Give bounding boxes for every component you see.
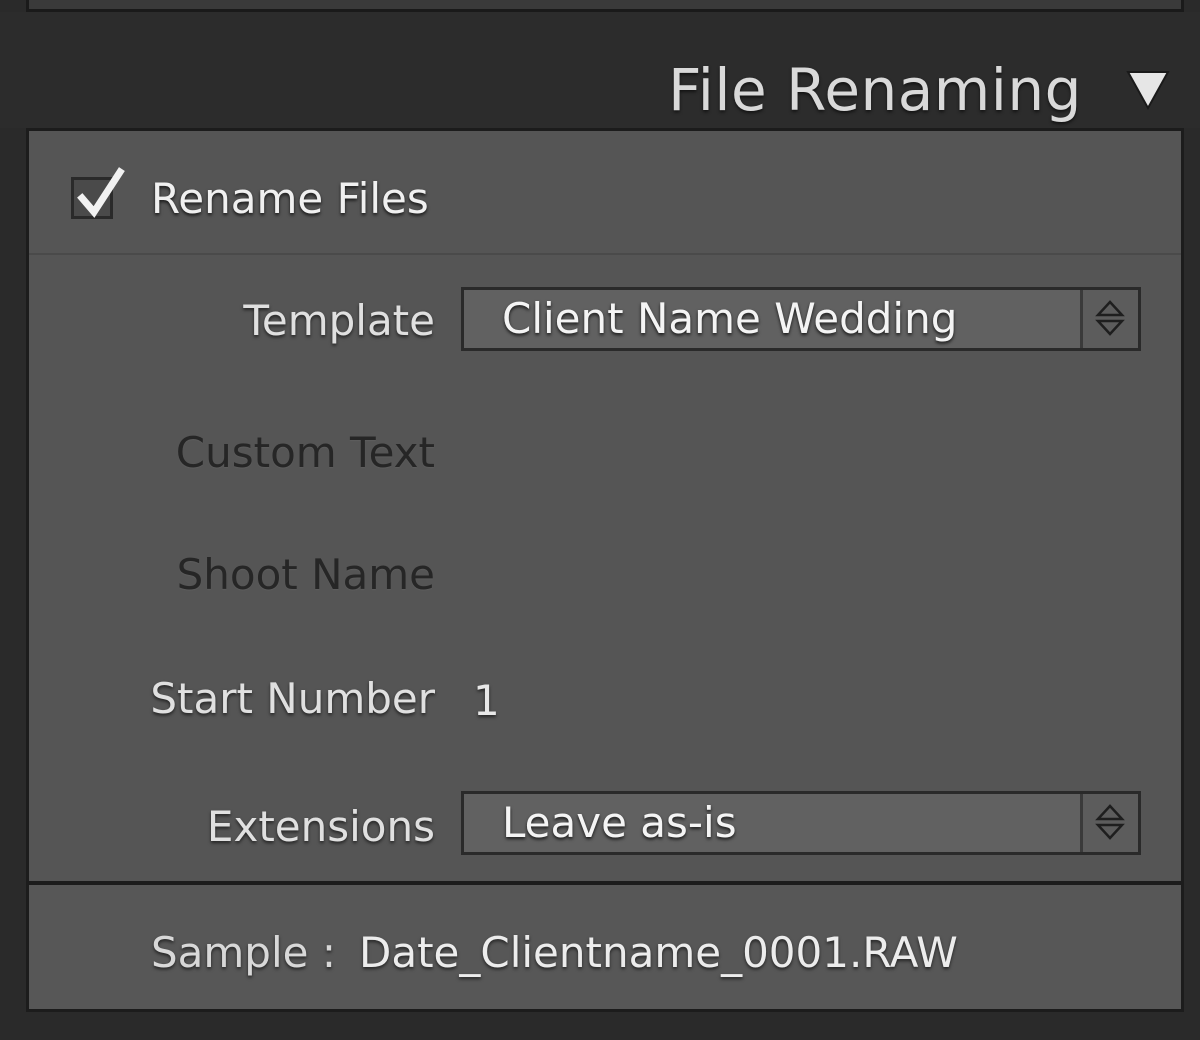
template-select-value: Client Name Wedding bbox=[502, 294, 958, 343]
template-label: Template bbox=[243, 296, 435, 345]
template-select[interactable]: Client Name Wedding bbox=[461, 287, 1141, 351]
file-renaming-screen: File Renaming Rename Files Template Clie… bbox=[0, 0, 1200, 1040]
shoot-name-label: Shoot Name bbox=[176, 550, 435, 599]
previous-panel-edge bbox=[26, 0, 1184, 12]
rename-files-row: Rename Files bbox=[29, 131, 1181, 255]
extensions-select[interactable]: Leave as-is bbox=[461, 791, 1141, 855]
up-down-arrows-icon[interactable] bbox=[1080, 794, 1138, 852]
sample-panel: Sample : Date_Clientname_0001.RAW bbox=[26, 882, 1184, 1012]
rename-files-checkbox[interactable] bbox=[71, 167, 125, 219]
extensions-label: Extensions bbox=[206, 802, 435, 851]
rename-files-label: Rename Files bbox=[151, 174, 429, 223]
sample-filename: Date_Clientname_0001.RAW bbox=[359, 928, 958, 977]
section-title: File Renaming bbox=[668, 56, 1082, 124]
section-header[interactable]: File Renaming bbox=[0, 12, 1200, 128]
file-renaming-panel: Rename Files Template Client Name Weddin… bbox=[26, 128, 1184, 884]
custom-text-label: Custom Text bbox=[175, 428, 435, 477]
up-down-arrows-icon[interactable] bbox=[1080, 290, 1138, 348]
triangle-down-icon[interactable] bbox=[1126, 68, 1170, 112]
sample-label: Sample : bbox=[151, 928, 336, 977]
extensions-select-value: Leave as-is bbox=[502, 798, 737, 847]
start-number-label: Start Number bbox=[150, 674, 435, 723]
start-number-value[interactable]: 1 bbox=[473, 671, 500, 731]
checkmark-icon bbox=[77, 167, 125, 218]
